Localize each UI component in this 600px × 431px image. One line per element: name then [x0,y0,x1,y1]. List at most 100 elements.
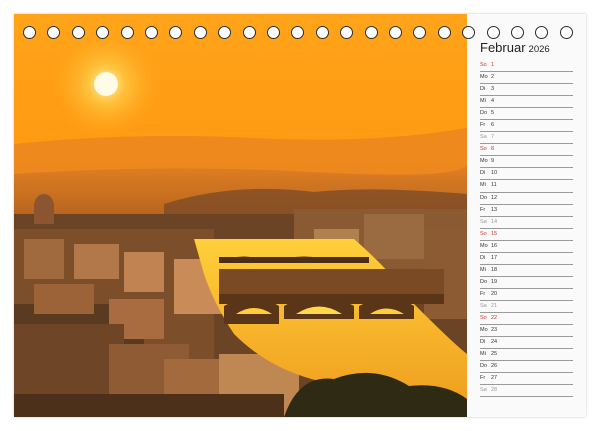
weekday-label: Mi [480,98,486,105]
binding-ring [218,26,232,39]
calendar-photo-florence-sunset [14,14,467,417]
weekday-label: Di [480,86,486,93]
day-number: 16 [491,242,498,249]
binding-ring [120,26,134,39]
day-row: Mi 25 [480,349,573,362]
day-number: 10 [491,170,498,177]
day-row: Mi 18 [480,265,573,277]
binding-ring [47,26,61,39]
binding-ring [340,26,354,39]
day-number: 6 [491,122,495,129]
day-row: Do 5 [480,108,573,121]
day-row: Fr 20 [480,289,573,301]
weekday-label: Sa [480,387,487,394]
day-number: 18 [491,266,498,273]
weekday-label: Fr [480,206,486,213]
day-row: Mo 16 [480,241,573,253]
day-number: 13 [491,206,498,213]
binding-ring [389,26,402,39]
weekday-label: Mo [480,242,488,249]
weekday-label: Mi [480,351,486,358]
binding-ring [145,26,158,39]
day-number: 27 [491,375,498,382]
day-row: So 1 [480,60,573,73]
binding-ring [486,26,500,39]
binding-ring [535,26,549,39]
day-row: Mo 2 [480,72,573,85]
day-row: Fr 27 [480,373,573,386]
spiral-binding [14,26,586,40]
binding-ring [169,26,183,39]
weekday-label: Fr [480,290,486,297]
day-number: 21 [491,302,498,309]
binding-ring [559,26,573,39]
weekday-label: So [480,314,487,321]
weekday-label: Mi [480,182,486,189]
weekday-label: Mo [480,327,488,334]
day-number: 12 [491,194,498,201]
weekday-label: Di [480,254,486,261]
month-name: Februar [480,40,526,55]
day-row: Sa 21 [480,301,573,313]
weekday-label: Mi [480,266,486,273]
day-row: Mi 11 [480,180,573,193]
weekday-label: Di [480,339,486,346]
weekday-label: So [480,146,487,153]
day-row: So 22 [480,313,573,326]
binding-ring [364,26,378,39]
day-number: 25 [491,351,498,358]
binding-ring [462,26,476,39]
day-number: 9 [491,158,495,165]
day-number: 20 [491,290,498,297]
day-number: 19 [491,278,498,285]
weekday-label: Mo [480,158,488,165]
day-row: Mo 9 [480,156,573,169]
binding-ring [291,26,305,39]
day-row: Mo 23 [480,325,573,338]
day-number: 2 [491,74,495,81]
day-number: 26 [491,363,498,370]
day-number: 28 [491,387,498,394]
binding-ring [96,26,110,39]
day-number: 7 [491,134,495,141]
day-number: 1 [491,62,495,68]
photo-illustration [14,14,467,417]
binding-ring [193,26,207,39]
day-row: Di 17 [480,253,573,265]
binding-ring [242,26,256,39]
day-row: Di 24 [480,337,573,350]
day-number: 3 [491,86,495,93]
day-number: 5 [491,110,495,117]
day-row: So 15 [480,229,573,241]
day-row: Fr 13 [480,205,573,217]
binding-ring [511,26,524,39]
weekday-label: Fr [480,375,486,382]
sun-shape [94,72,118,96]
weekday-label: Do [480,363,488,370]
day-list: So 1 Mo 2 Di 3 Mi 4 Do 5 Fr 6 Sa 7 So 8 Mo 9 Di 10 Mi 11 Do 12 F… [480,60,573,398]
day-number: 23 [491,327,498,334]
weekday-label: Do [480,194,488,201]
weekday-label: Sa [480,218,487,225]
binding-ring [413,26,427,39]
day-row: Sa 14 [480,217,573,229]
year-label: 2026 [528,44,550,55]
weekday-label: So [480,230,487,237]
day-row: Do 26 [480,361,573,374]
binding-ring [315,26,329,39]
day-number: 11 [491,182,497,189]
binding-ring [437,26,451,39]
binding-ring [71,26,85,39]
day-row: Fr 6 [480,120,573,133]
day-number: 22 [491,314,498,321]
day-row: Do 19 [480,277,573,289]
binding-ring [267,26,280,39]
weekday-label: So [480,62,487,68]
weekday-label: Do [480,278,488,285]
day-number: 8 [491,146,495,153]
day-number: 15 [491,230,498,237]
day-row: Do 12 [480,193,573,205]
day-row: So 8 [480,144,573,157]
weekday-label: Sa [480,302,487,309]
weekday-label: Fr [480,122,486,129]
